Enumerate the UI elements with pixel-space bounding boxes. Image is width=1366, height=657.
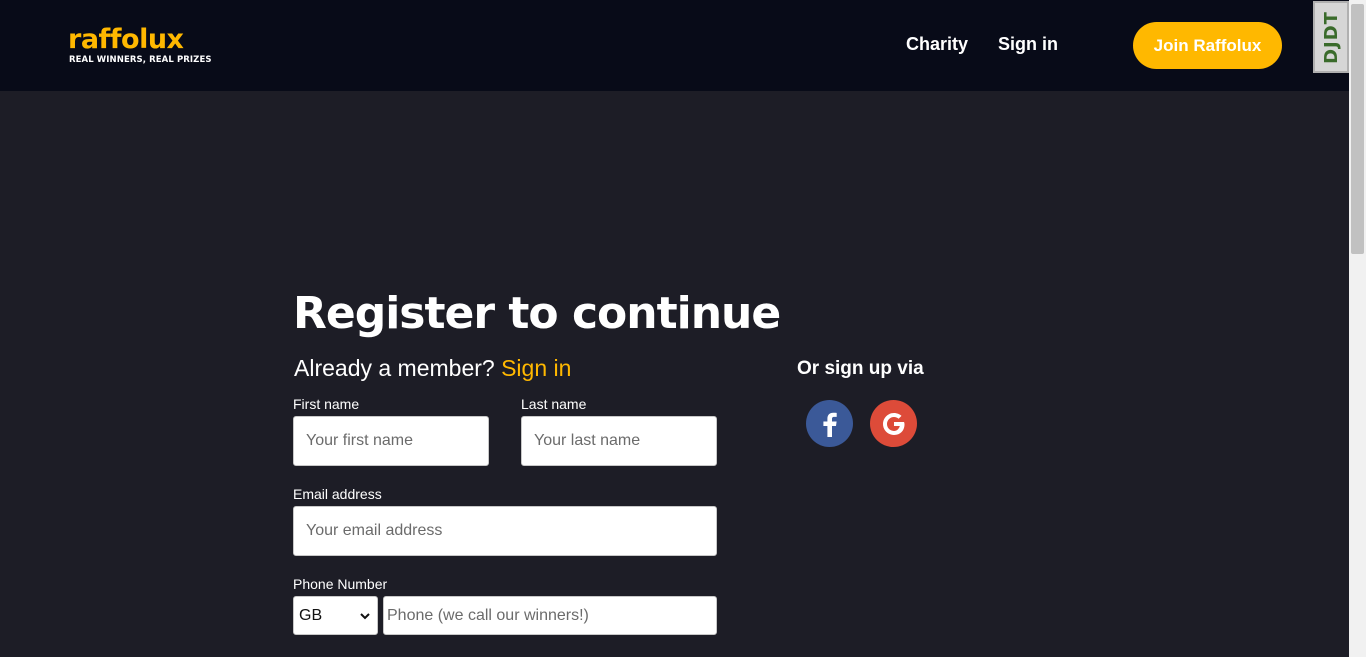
email-label: Email address	[293, 486, 382, 502]
sign-in-link[interactable]: Sign in	[501, 355, 571, 381]
nav-sign-in-link[interactable]: Sign in	[998, 34, 1058, 55]
first-name-field[interactable]	[293, 416, 489, 466]
debug-toolbar-label: DJDT	[1320, 10, 1342, 64]
last-name-field[interactable]	[521, 416, 717, 466]
social-signup-heading: Or sign up via	[797, 358, 924, 379]
country-code-value: GB	[299, 606, 323, 624]
phone-label: Phone Number	[293, 576, 388, 592]
email-field[interactable]	[293, 506, 717, 556]
debug-toolbar-handle[interactable]: DJDT	[1313, 1, 1349, 73]
top-navigation-bar: raffolux REAL WINNERS, REAL PRIZES Chari…	[0, 0, 1349, 91]
logo-tagline: REAL WINNERS, REAL PRIZES	[69, 55, 212, 65]
nav-charity-link[interactable]: Charity	[906, 34, 968, 55]
facebook-signup-button[interactable]	[806, 400, 853, 447]
google-icon	[882, 412, 904, 435]
last-name-label: Last name	[521, 396, 587, 412]
page-title: Register to continue	[293, 288, 781, 339]
already-member-text: Already a member? Sign in	[294, 355, 571, 382]
logo-wordmark: raffolux	[68, 24, 184, 55]
join-raffolux-button[interactable]: Join Raffolux	[1133, 22, 1282, 69]
already-member-label: Already a member?	[294, 355, 495, 381]
facebook-icon	[822, 412, 837, 437]
scrollbar-thumb[interactable]	[1351, 4, 1364, 254]
page-scrollbar[interactable]	[1349, 0, 1366, 657]
country-code-select[interactable]: GB	[293, 596, 378, 635]
google-signup-button[interactable]	[870, 400, 917, 447]
phone-field[interactable]	[383, 596, 717, 635]
chevron-down-icon	[360, 613, 370, 620]
first-name-label: First name	[293, 396, 360, 412]
raffolux-logo[interactable]: raffolux REAL WINNERS, REAL PRIZES	[68, 24, 218, 68]
